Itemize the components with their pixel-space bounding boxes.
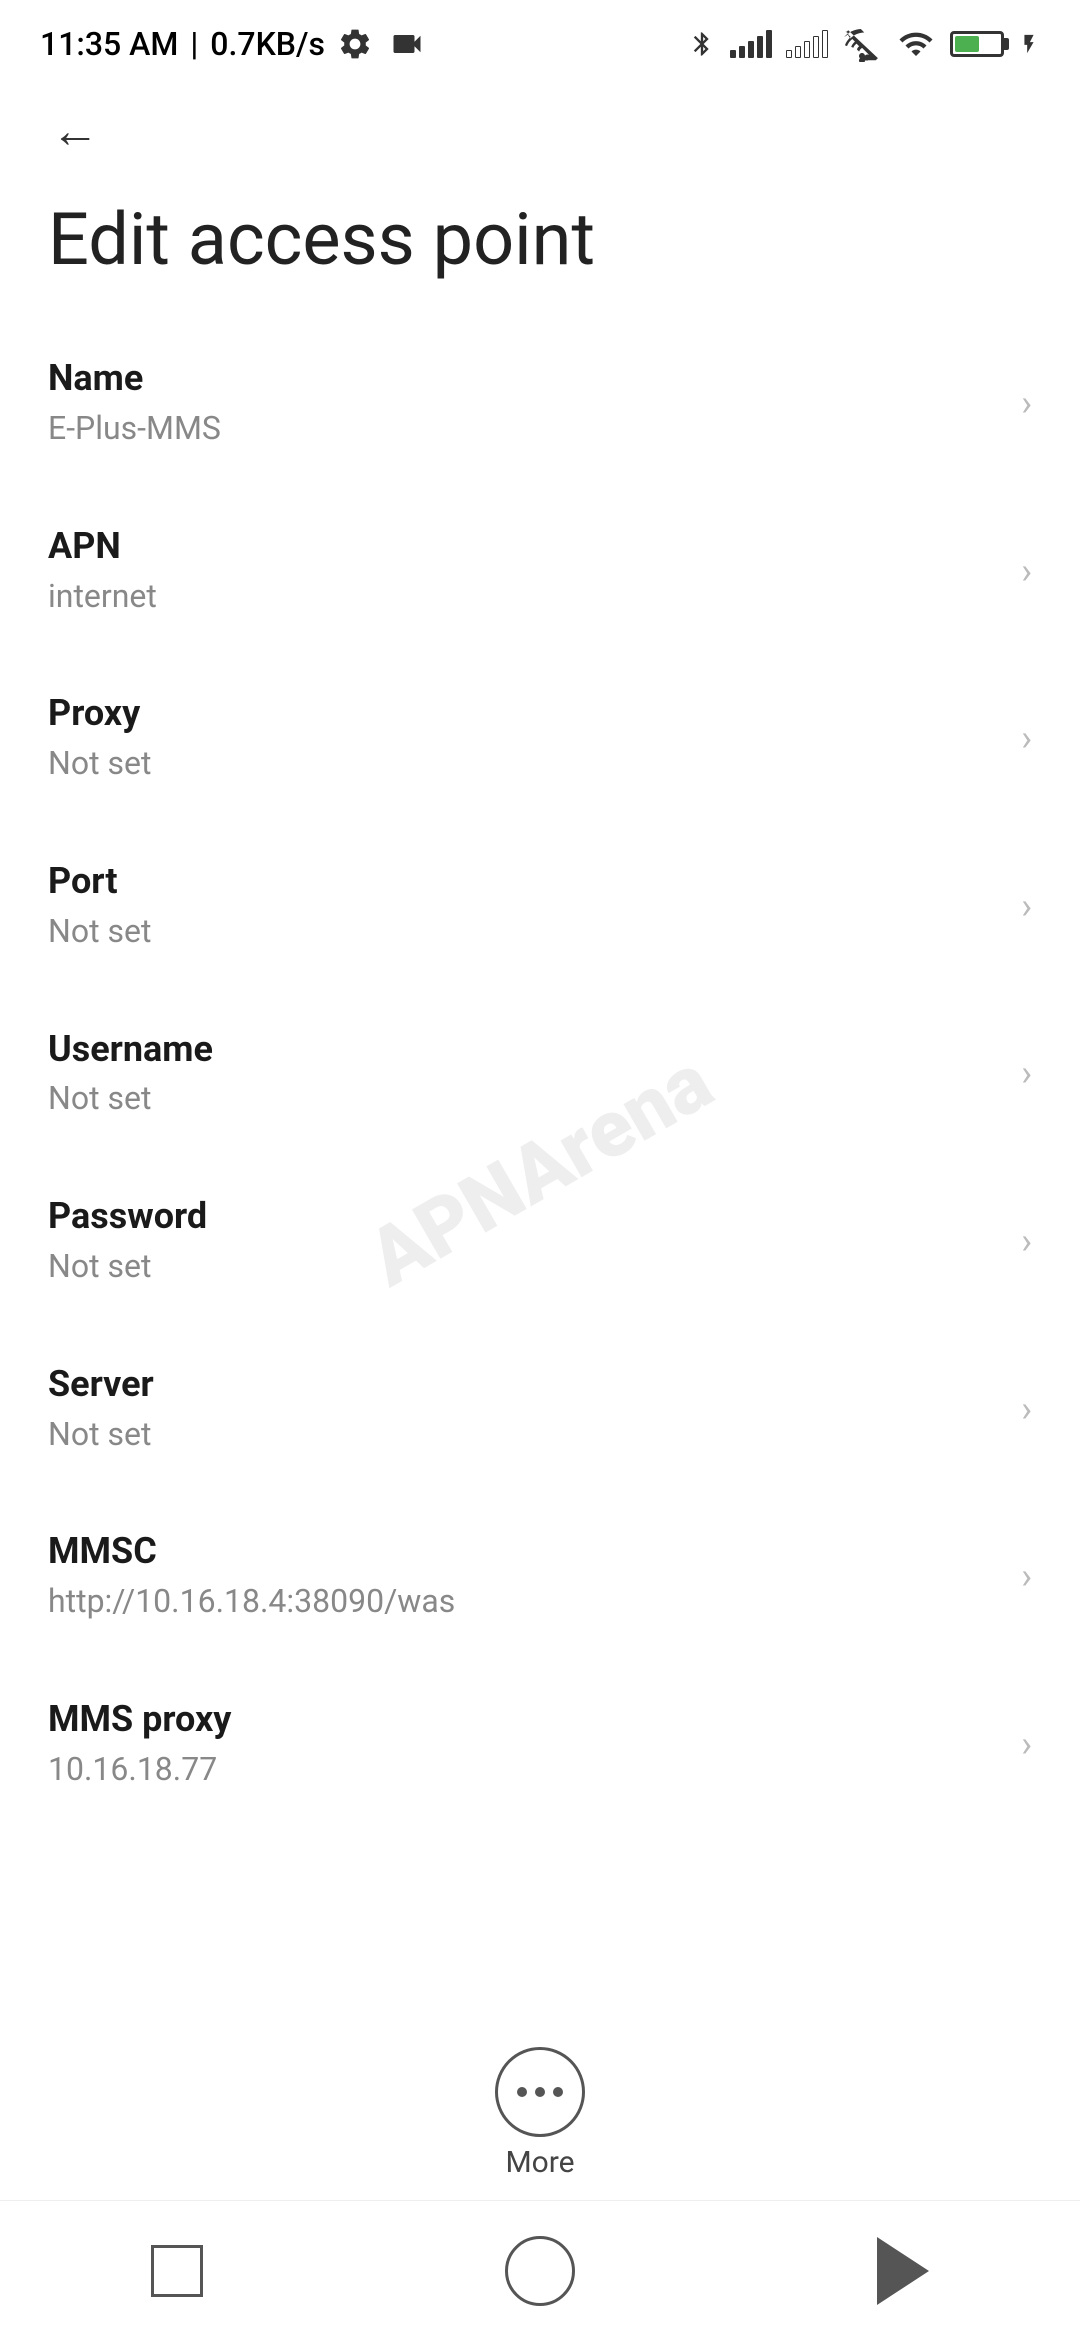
setting-value-username: Not set: [48, 1076, 1001, 1121]
more-section[interactable]: More: [495, 2047, 585, 2180]
circle-icon: [505, 2236, 575, 2306]
chevron-right-icon: ›: [1021, 1723, 1032, 1765]
chevron-right-icon: ›: [1021, 1220, 1032, 1262]
setting-label-apn: APN: [48, 523, 1001, 570]
setting-value-server: Not set: [48, 1412, 1001, 1457]
more-dots-icon: [517, 2087, 563, 2097]
status-bar: 11:35 AM | 0.7KB/s: [0, 0, 1080, 80]
setting-value-proxy: Not set: [48, 741, 1001, 786]
charging-icon: [1018, 26, 1040, 62]
chevron-right-icon: ›: [1021, 550, 1032, 592]
back-nav-button[interactable]: [877, 2237, 929, 2305]
settings-icon: [337, 26, 373, 62]
setting-item-mmsc[interactable]: MMSC http://10.16.18.4:38090/was ›: [0, 1492, 1080, 1660]
setting-content-apn: APN internet: [48, 523, 1001, 619]
setting-item-proxy[interactable]: Proxy Not set ›: [0, 654, 1080, 822]
speed-display: 0.7KB/s: [210, 25, 325, 63]
setting-label-proxy: Proxy: [48, 690, 1001, 737]
setting-content-password: Password Not set: [48, 1193, 1001, 1289]
more-label: More: [505, 2145, 574, 2180]
back-button[interactable]: [40, 95, 110, 165]
setting-label-username: Username: [48, 1026, 1001, 1073]
setting-value-mms-proxy: 10.16.18.77: [48, 1747, 1001, 1792]
bluetooth-icon: [688, 26, 716, 62]
setting-item-mms-proxy[interactable]: MMS proxy 10.16.18.77 ›: [0, 1660, 1080, 1828]
setting-label-port: Port: [48, 858, 1001, 905]
setting-item-server[interactable]: Server Not set ›: [0, 1325, 1080, 1493]
signal-bars-2: [786, 30, 828, 58]
recent-apps-button[interactable]: [151, 2245, 203, 2297]
setting-item-username[interactable]: Username Not set ›: [0, 990, 1080, 1158]
setting-value-name: E-Plus-MMS: [48, 406, 1001, 451]
camera-icon: [385, 26, 429, 62]
setting-label-mmsc: MMSC: [48, 1528, 1001, 1575]
chevron-right-icon: ›: [1021, 1388, 1032, 1430]
setting-item-name[interactable]: Name E-Plus-MMS ›: [0, 319, 1080, 487]
setting-content-username: Username Not set: [48, 1026, 1001, 1122]
triangle-icon: [877, 2237, 929, 2305]
setting-value-apn: internet: [48, 574, 1001, 619]
setting-content-port: Port Not set: [48, 858, 1001, 954]
wifi-off-icon: [842, 26, 882, 62]
setting-value-port: Not set: [48, 909, 1001, 954]
setting-value-password: Not set: [48, 1244, 1001, 1289]
setting-content-proxy: Proxy Not set: [48, 690, 1001, 786]
bottom-navigation: [0, 2200, 1080, 2340]
battery-indicator: [950, 31, 1004, 57]
time-display: 11:35 AM: [40, 25, 178, 63]
setting-content-name: Name E-Plus-MMS: [48, 355, 1001, 451]
page-title-text: Edit access point: [48, 200, 1032, 279]
square-icon: [151, 2245, 203, 2297]
navigation-bar: [0, 80, 1080, 180]
setting-item-apn[interactable]: APN internet ›: [0, 487, 1080, 655]
settings-list: Name E-Plus-MMS › APN internet › Proxy N…: [0, 319, 1080, 2027]
chevron-right-icon: ›: [1021, 1555, 1032, 1597]
home-button[interactable]: [505, 2236, 575, 2306]
more-button[interactable]: [495, 2047, 585, 2137]
chevron-right-icon: ›: [1021, 717, 1032, 759]
status-right: [688, 26, 1040, 62]
back-arrow-icon: [50, 105, 100, 155]
separator: |: [190, 25, 198, 63]
wifi-icon: [896, 26, 936, 62]
setting-value-mmsc: http://10.16.18.4:38090/was: [48, 1579, 1001, 1624]
chevron-right-icon: ›: [1021, 885, 1032, 927]
signal-bars-1: [730, 30, 772, 58]
setting-content-server: Server Not set: [48, 1361, 1001, 1457]
setting-content-mms-proxy: MMS proxy 10.16.18.77: [48, 1696, 1001, 1792]
chevron-right-icon: ›: [1021, 382, 1032, 424]
setting-label-name: Name: [48, 355, 1001, 402]
setting-label-server: Server: [48, 1361, 1001, 1408]
setting-item-password[interactable]: Password Not set ›: [0, 1157, 1080, 1325]
chevron-right-icon: ›: [1021, 1052, 1032, 1094]
setting-label-password: Password: [48, 1193, 1001, 1240]
status-left: 11:35 AM | 0.7KB/s: [40, 25, 429, 63]
setting-content-mmsc: MMSC http://10.16.18.4:38090/was: [48, 1528, 1001, 1624]
setting-item-port[interactable]: Port Not set ›: [0, 822, 1080, 990]
page-header: Edit access point: [0, 180, 1080, 319]
setting-label-mms-proxy: MMS proxy: [48, 1696, 1001, 1743]
